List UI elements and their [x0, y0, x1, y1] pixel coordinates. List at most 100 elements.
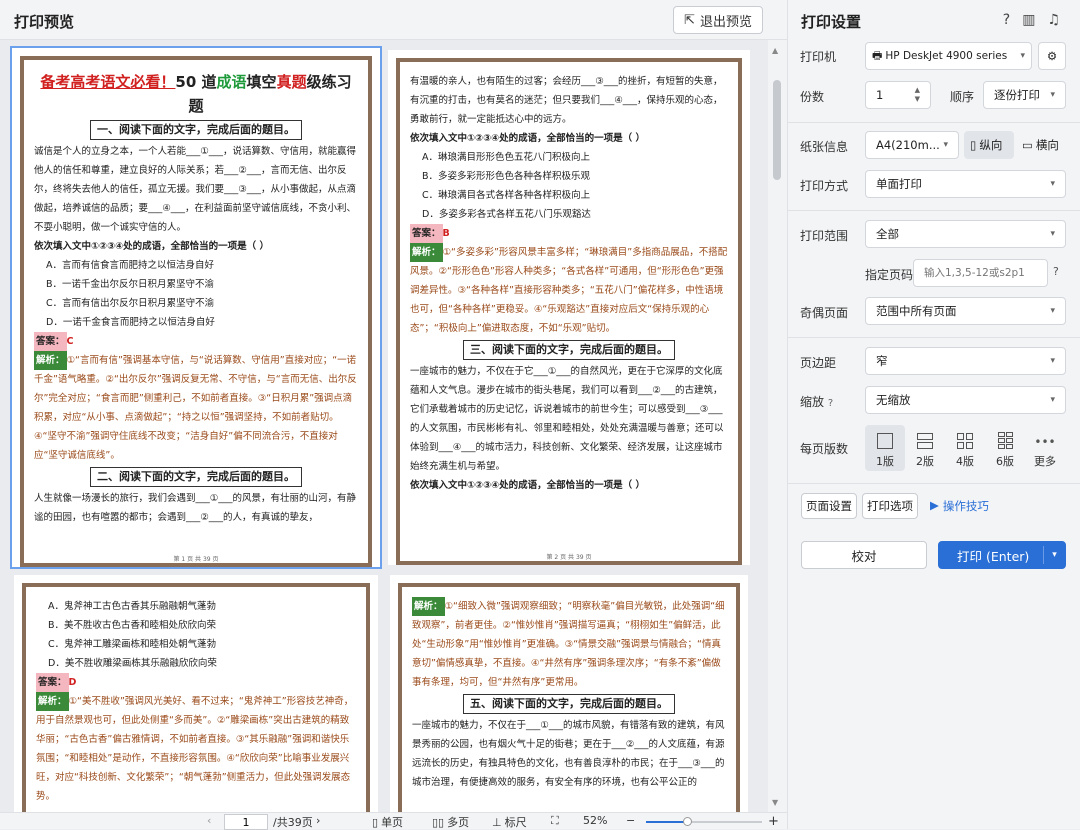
- support-icon[interactable]: ♫: [1047, 12, 1060, 28]
- method-select[interactable]: 单面打印 ▾: [865, 170, 1066, 198]
- ruler-label: 标尺: [504, 816, 527, 829]
- preview-area[interactable]: 备考高考语文必看！50 道成语填空真题级练习题 一、阅读下面的文字，完成后面的题…: [0, 40, 768, 812]
- pages-input[interactable]: [913, 259, 1048, 287]
- exit-preview-button[interactable]: ⇱ 退出预览: [673, 6, 763, 34]
- zoom-in-icon[interactable]: +: [768, 814, 779, 829]
- print-button[interactable]: 打印 (Enter) ▾: [938, 541, 1066, 569]
- explanation-text: ①“美不胜收”强调风光美好、看不过来；“鬼斧神工”形容技艺神奇，用于自然景观也可…: [36, 696, 354, 802]
- stepper-arrows-icon[interactable]: ▲ ▼: [915, 86, 920, 104]
- page-total: /共39页: [273, 816, 313, 829]
- page-number-input[interactable]: [224, 814, 268, 830]
- layout-option-6[interactable]: 6版: [985, 425, 1025, 471]
- range-select[interactable]: 全部 ▾: [865, 220, 1066, 248]
- doc-paragraph: 诚信是个人的立身之本，一个人若能___①___，说话算数、守信用，就能赢得他人的…: [34, 146, 357, 233]
- margin-select[interactable]: 窄 ▾: [865, 347, 1066, 375]
- option: D．一诺千金食言而肥持之以恒洁身自好: [46, 317, 215, 328]
- option: D．美不胜收雕梁画栋其乐融融欣欣向荣: [48, 658, 217, 669]
- landscape-icon: ▭: [1022, 138, 1033, 152]
- zoom-slider-fill: [646, 821, 686, 823]
- prev-page-icon[interactable]: ‹: [207, 814, 211, 827]
- tips-link[interactable]: ▶ 操作技巧: [930, 498, 989, 514]
- option: C．言而有信出尔反尔日积月累坚守不渝: [46, 298, 215, 309]
- explanation-label: 解析：: [36, 692, 69, 711]
- question: 依次填入文中①②③④处的成语，全部恰当的一项是（ ）: [410, 133, 645, 144]
- layout-option-2[interactable]: 2版: [905, 425, 945, 471]
- explanation-text: ①“细致入微”强调观察细致；“明察秋毫”偏目光敏锐，此处强调“细致观察”，前者更…: [412, 601, 725, 688]
- portrait-toggle[interactable]: ▯ 纵向: [964, 131, 1014, 159]
- scroll-down-icon[interactable]: ▼: [772, 798, 778, 807]
- copies-stepper[interactable]: 1 ▲ ▼: [865, 81, 931, 109]
- layout-label: 4版: [956, 455, 974, 468]
- oddeven-select[interactable]: 范围中所有页面 ▾: [865, 297, 1066, 325]
- option: A．鬼斧神工古色古香其乐融融朝气蓬勃: [48, 601, 216, 612]
- answer-label: 答案：: [36, 673, 69, 692]
- printer-value: HP DeskJet 4900 series: [885, 50, 1008, 62]
- page-footer: 第 2 页 共 39 页: [546, 554, 592, 561]
- question: 依次填入文中①②③④处的成语，全部恰当的一项是（ ）: [410, 480, 645, 491]
- play-icon: ▶: [930, 498, 939, 512]
- explanation: 解析： ①“言而有信”强调基本守信，与“说话算数、守信用”直接对应；“一诺千金”语…: [34, 351, 358, 465]
- explanation: 解析： ①“多姿多彩”形容风景丰富多样；“琳琅满目”多指商品展品，不搭配风景。②“…: [410, 243, 728, 338]
- page-setup-button[interactable]: 页面设置: [801, 493, 857, 519]
- scroll-thumb[interactable]: [773, 80, 781, 180]
- option: B．一诺千金出尔反尔日积月累坚守不渝: [46, 279, 215, 290]
- portrait-icon: ▯: [970, 138, 977, 152]
- chevron-down-icon: ▾: [1050, 90, 1055, 100]
- preview-page-4[interactable]: 解析： ①“细致入微”强调观察细致；“明察秋毫”偏目光敏锐，此处强调“细致观察”，…: [390, 575, 748, 812]
- scale-select[interactable]: 无缩放 ▾: [865, 386, 1066, 414]
- exit-preview-label: 退出预览: [699, 14, 752, 30]
- order-select[interactable]: 逐份打印 ▾: [983, 81, 1066, 109]
- layout-option-1[interactable]: 1版: [865, 425, 905, 471]
- vertical-scrollbar[interactable]: ▲ ▼: [768, 40, 787, 812]
- help-icon[interactable]: ?: [1053, 265, 1059, 278]
- next-page-icon[interactable]: ›: [316, 814, 320, 827]
- layout-label: 更多: [1034, 455, 1056, 468]
- help-icon[interactable]: ?: [828, 398, 833, 409]
- more-icon: •••: [1034, 435, 1056, 449]
- layout-option-4[interactable]: 4版: [945, 425, 985, 471]
- title-part: 真题: [276, 73, 307, 91]
- printer-settings-button[interactable]: ⚙: [1038, 42, 1066, 70]
- preview-page-2[interactable]: 有温暖的亲人，也有陌生的过客；会经历___③___的挫折，有短暂的失意，有沉重的…: [388, 50, 750, 565]
- preview-page-1[interactable]: 备考高考语文必看！50 道成语填空真题级练习题 一、阅读下面的文字，完成后面的题…: [10, 46, 382, 569]
- multi-page-icon: ▯▯: [432, 815, 445, 829]
- ruler-button[interactable]: ⊥ 标尺: [492, 814, 527, 830]
- oddeven-label: 奇偶页面: [800, 306, 849, 320]
- zoom-slider-handle[interactable]: [683, 817, 692, 826]
- paper-label: 纸张信息: [800, 140, 849, 154]
- answer-value: B: [442, 228, 450, 239]
- copies-value: 1: [876, 88, 884, 102]
- proof-button[interactable]: 校对: [801, 541, 927, 569]
- help-icon[interactable]: ?: [1003, 12, 1010, 28]
- layout-toggle-icon[interactable]: ▥: [1022, 12, 1035, 28]
- layout-option-more[interactable]: ••• 更多: [1025, 425, 1065, 471]
- zoom-level[interactable]: 52%: [583, 814, 607, 827]
- question: 依次填入文中①②③④处的成语，全部恰当的一项是（ ）: [34, 241, 269, 252]
- scale-label: 缩放 ?: [800, 393, 833, 410]
- print-label: 打印 (Enter): [957, 548, 1030, 564]
- chevron-down-icon: ▾: [1020, 51, 1025, 61]
- explanation-text: ①“多姿多彩”形容风景丰富多样；“琳琅满目”多指商品展品，不搭配风景。②“形形色…: [410, 247, 728, 334]
- fit-page-icon[interactable]: ⛶: [551, 814, 559, 828]
- preview-page-3[interactable]: A．鬼斧神工古色古香其乐融融朝气蓬勃 B．美不胜收古色古香和睦相处欣欣向荣 C．…: [14, 575, 378, 812]
- answer-label: 答案：: [34, 332, 67, 351]
- printer-select[interactable]: 🖶 HP DeskJet 4900 series ▾: [865, 42, 1032, 70]
- divider: [788, 122, 1080, 123]
- paper-select[interactable]: A4(210m... ▾: [865, 131, 959, 159]
- landscape-toggle[interactable]: ▭ 横向: [1018, 131, 1066, 159]
- single-page-button[interactable]: ▯ 单页: [372, 814, 403, 830]
- multi-page-label: 多页: [447, 816, 470, 829]
- zoom-out-icon[interactable]: −: [626, 814, 635, 827]
- doc-paragraph: 人生就像一场漫长的旅行，我们会遇到___①___的风景，有壮丽的山河，有静谧的田…: [34, 493, 357, 523]
- layout-1-icon: [877, 433, 893, 449]
- multi-page-button[interactable]: ▯▯ 多页: [432, 814, 469, 830]
- order-label: 顺序: [950, 90, 975, 104]
- chevron-down-icon[interactable]: ▾: [1043, 546, 1065, 564]
- option: C．琳琅满目各式各样各种各样积极向上: [422, 190, 591, 201]
- answer-value: D: [68, 677, 77, 688]
- chevron-down-icon: ▾: [943, 140, 948, 150]
- section-heading: 三、阅读下面的文字，完成后面的题目。: [463, 340, 675, 360]
- print-options-button[interactable]: 打印选项: [862, 493, 918, 519]
- layout-6-icon: [997, 432, 1013, 449]
- scroll-up-icon[interactable]: ▲: [772, 46, 778, 55]
